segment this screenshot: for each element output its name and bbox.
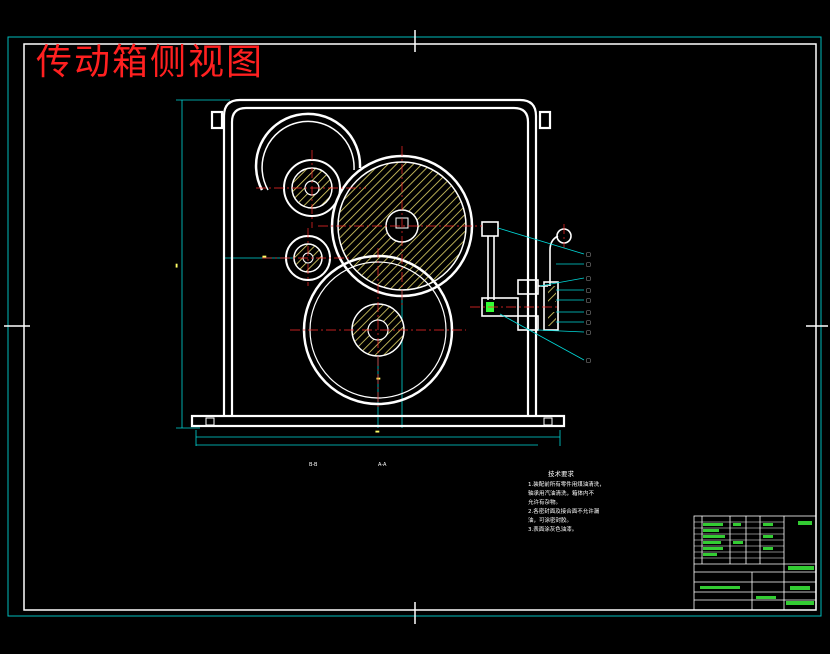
svg-text:□: □ bbox=[586, 252, 591, 258]
svg-text:□: □ bbox=[586, 262, 591, 268]
svg-text:▬: ▬ bbox=[375, 429, 380, 435]
svg-text:▬: ▬ bbox=[376, 376, 381, 382]
notes-line-3: 允许有杂物。 bbox=[528, 498, 561, 506]
dimension-text: ▬ ▬ ▬ ▬ bbox=[174, 254, 381, 435]
leader-lines bbox=[497, 227, 585, 361]
housing-bolts bbox=[205, 417, 553, 426]
svg-text:□: □ bbox=[586, 310, 591, 316]
svg-text:□: □ bbox=[586, 288, 591, 294]
svg-text:□: □ bbox=[586, 320, 591, 326]
cad-drawing: 传动箱侧视图 ▬ ▬ ▬ ▬ □□□ □□□ □□□ B-B A-A 技术要求 … bbox=[4, 30, 828, 624]
svg-text:□: □ bbox=[586, 330, 591, 336]
technical-notes: 技术要求 1.装配前所有零件用煤油清洗， 轴承用汽油清洗，箱体内不 允许有杂物。… bbox=[528, 469, 605, 533]
notes-line-6: 3.表面涂灰色油漆。 bbox=[528, 525, 577, 533]
frame-center-marks bbox=[4, 30, 828, 624]
notes-heading: 技术要求 bbox=[548, 469, 575, 478]
svg-text:□: □ bbox=[586, 276, 591, 282]
section-mark-1: B-B bbox=[309, 462, 318, 468]
section-mark-2: A-A bbox=[378, 462, 387, 468]
notes-line-4: 2.各密封面及接合面不允许漏 bbox=[528, 507, 600, 515]
notes-line-1: 1.装配前所有零件用煤油清洗， bbox=[528, 480, 605, 488]
outer-frame bbox=[7, 36, 822, 617]
part-numbers: □ □ □ □ □ □ □ □ □ bbox=[586, 252, 591, 364]
notes-line-5: 油，可涂密封胶。 bbox=[528, 516, 572, 524]
svg-text:□: □ bbox=[586, 298, 591, 304]
parts-list-rows bbox=[694, 521, 784, 559]
lever-mechanism bbox=[481, 221, 572, 331]
inner-frame bbox=[23, 43, 817, 611]
svg-text:▬: ▬ bbox=[174, 263, 180, 268]
title-block-fills bbox=[700, 521, 814, 605]
svg-text:□: □ bbox=[586, 358, 591, 364]
notes-line-2: 轴承用汽油清洗，箱体内不 bbox=[528, 489, 595, 497]
svg-text:▬: ▬ bbox=[262, 254, 267, 260]
lever-hatch bbox=[486, 286, 556, 326]
drawing-title: 传动箱侧视图 bbox=[36, 42, 264, 83]
